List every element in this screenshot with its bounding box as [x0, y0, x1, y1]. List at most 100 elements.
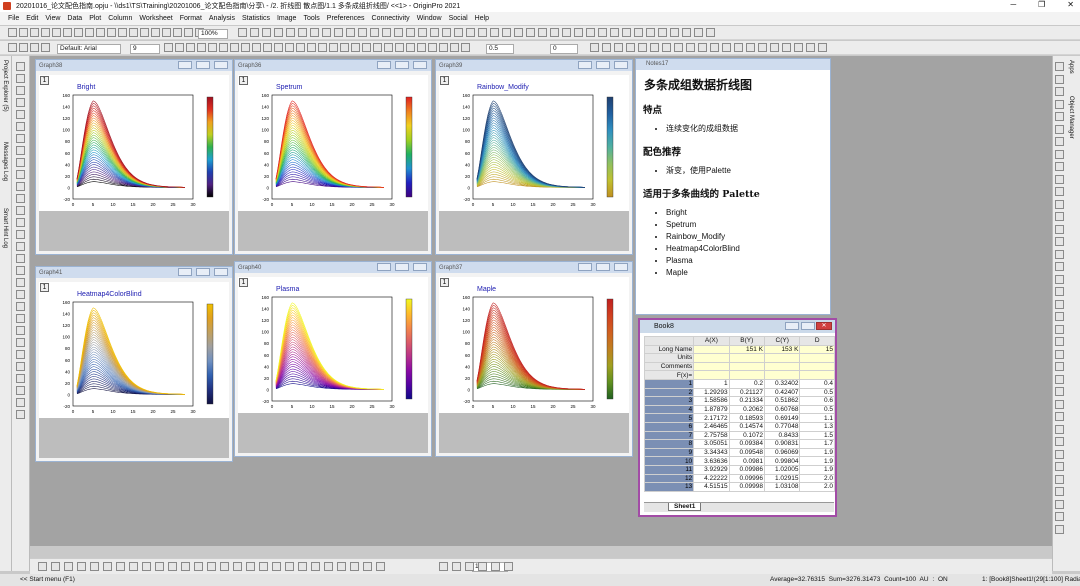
menu-data[interactable]: Data [67, 15, 82, 22]
format-button-icon[interactable] [274, 43, 283, 52]
format-button-icon[interactable] [428, 43, 437, 52]
format-button-icon[interactable] [782, 43, 791, 52]
toolbar-button-icon[interactable] [646, 28, 655, 37]
right-tool-icon[interactable] [1055, 499, 1064, 509]
toolbar-button-icon[interactable] [562, 28, 571, 37]
toolbar-button-icon[interactable] [610, 28, 619, 37]
graph-maximize-button[interactable] [395, 61, 409, 69]
toolbar-button-icon[interactable] [454, 28, 463, 37]
bottom-tool-icon[interactable] [350, 562, 359, 571]
smart-hint-log-tab[interactable]: Smart Hint Log [2, 208, 8, 248]
format-button-icon[interactable] [164, 43, 173, 52]
toolbar-button-icon[interactable] [430, 28, 439, 37]
right-tool-icon[interactable] [1055, 287, 1064, 296]
tool-icon[interactable] [16, 326, 25, 335]
meta-cell[interactable] [693, 344, 730, 355]
bottom-tool-icon[interactable] [439, 562, 448, 571]
meta-cell[interactable] [799, 361, 835, 372]
tool-icon[interactable] [16, 218, 25, 227]
project-explorer-tab[interactable]: Project Explorer (5) [2, 60, 8, 112]
tool-icon[interactable] [16, 146, 25, 155]
tool-icon[interactable] [16, 230, 25, 239]
menu-worksheet[interactable]: Worksheet [139, 15, 172, 22]
table-cell[interactable]: 0.8433 [764, 430, 801, 441]
toolbar-button-icon[interactable] [173, 28, 182, 37]
meta-cell[interactable]: 15 [799, 344, 835, 355]
bottom-tool-icon[interactable] [465, 562, 474, 571]
toolbar-button-icon[interactable] [8, 43, 17, 52]
toolbar-button-icon[interactable] [346, 28, 355, 37]
table-cell[interactable]: 0.90831 [764, 439, 801, 449]
menu-help[interactable]: Help [475, 15, 489, 22]
start-menu-hint[interactable]: << Start menu (F1) [20, 574, 75, 586]
table-cell[interactable]: 0.09548 [728, 447, 766, 458]
toolbar-button-icon[interactable] [490, 28, 499, 37]
right-tool-icon[interactable] [1055, 262, 1064, 271]
table-cell[interactable]: 3.34343 [693, 447, 730, 458]
right-tool-icon[interactable] [1055, 274, 1064, 284]
toolbar-button-icon[interactable] [74, 28, 83, 37]
menu-file[interactable]: File [8, 15, 19, 22]
table-cell[interactable]: 0.18593 [728, 413, 766, 423]
bottom-tool-icon[interactable] [298, 562, 307, 571]
table-cell[interactable]: 0.99804 [764, 456, 801, 466]
table-cell[interactable]: 1.5 [799, 430, 835, 441]
format-button-icon[interactable] [770, 43, 779, 52]
graph-window[interactable]: Graph39 1 Rainbow_Modify 160 140 120 100 80 6… [435, 59, 633, 255]
meta-cell[interactable] [799, 370, 835, 380]
messages-log-tab[interactable]: Messages Log [2, 142, 8, 181]
graph-page[interactable]: 1 Maple 160 140 120 100 80 60 40 20 0 -20 0 5 10 15 20… [439, 277, 629, 413]
right-tool-icon[interactable] [1055, 512, 1064, 521]
format-button-icon[interactable] [461, 43, 470, 52]
format-button-icon[interactable] [650, 43, 659, 52]
row-number[interactable]: 12 [643, 473, 695, 484]
right-tool-icon[interactable] [1055, 99, 1064, 109]
bottom-tool-icon[interactable] [452, 562, 461, 571]
graph-minimize-button[interactable] [178, 61, 192, 69]
menu-window[interactable]: Window [417, 15, 442, 22]
toolbar-button-icon[interactable] [418, 28, 427, 37]
toolbar-button-icon[interactable] [550, 28, 559, 37]
format-button-icon[interactable] [186, 43, 195, 52]
tool-icon[interactable] [16, 362, 25, 371]
bottom-tool-icon[interactable] [103, 562, 112, 571]
right-tool-icon[interactable] [1055, 524, 1064, 534]
format-button-icon[interactable] [614, 43, 623, 52]
bottom-tool-icon[interactable] [376, 562, 385, 571]
close-button[interactable]: ✕ [1067, 0, 1074, 9]
toolbar-button-icon[interactable] [622, 28, 631, 37]
meta-cell[interactable] [728, 370, 766, 380]
graph-close-button[interactable] [614, 61, 628, 69]
row-number[interactable]: 13 [643, 482, 695, 492]
toolbar-button-icon[interactable] [358, 28, 367, 37]
table-cell[interactable]: 0.2 [728, 378, 766, 389]
toolbar-button-icon[interactable] [129, 28, 138, 37]
format-button-icon[interactable] [698, 43, 707, 52]
menu-image[interactable]: Image [277, 15, 296, 22]
font-size-select[interactable]: 9 [130, 44, 160, 54]
graph-close-button[interactable] [214, 268, 228, 276]
right-tool-icon[interactable] [1055, 399, 1064, 409]
tool-icon[interactable] [16, 254, 25, 263]
toolbar-button-icon[interactable] [442, 28, 451, 37]
graph-minimize-button[interactable] [578, 263, 592, 271]
toolbar-button-icon[interactable] [274, 28, 283, 37]
format-button-icon[interactable] [219, 43, 228, 52]
toolbar-button-icon[interactable] [310, 28, 319, 37]
bottom-tool-icon[interactable] [51, 562, 60, 571]
menu-plot[interactable]: Plot [89, 15, 101, 22]
tool-icon[interactable] [16, 290, 25, 299]
toolbar-button-icon[interactable] [30, 43, 39, 52]
table-cell[interactable]: 2.0 [799, 482, 835, 492]
workbook-minimize-button[interactable] [785, 322, 799, 330]
table-cell[interactable]: 1 [693, 378, 730, 389]
toolbar-button-icon[interactable] [151, 28, 160, 37]
toolbar-button-icon[interactable] [238, 28, 247, 37]
worksheet-grid[interactable]: A(X) B(Y) C(Y) D Long Name 151 K 153 K 15 Units C… [643, 336, 835, 492]
bottom-tool-icon[interactable] [142, 562, 151, 571]
menu-analysis[interactable]: Analysis [209, 15, 235, 22]
format-button-icon[interactable] [806, 43, 815, 52]
right-tool-icon[interactable] [1055, 249, 1064, 259]
toolbar-button-icon[interactable] [41, 28, 50, 37]
table-cell[interactable]: 2.17172 [693, 413, 730, 423]
